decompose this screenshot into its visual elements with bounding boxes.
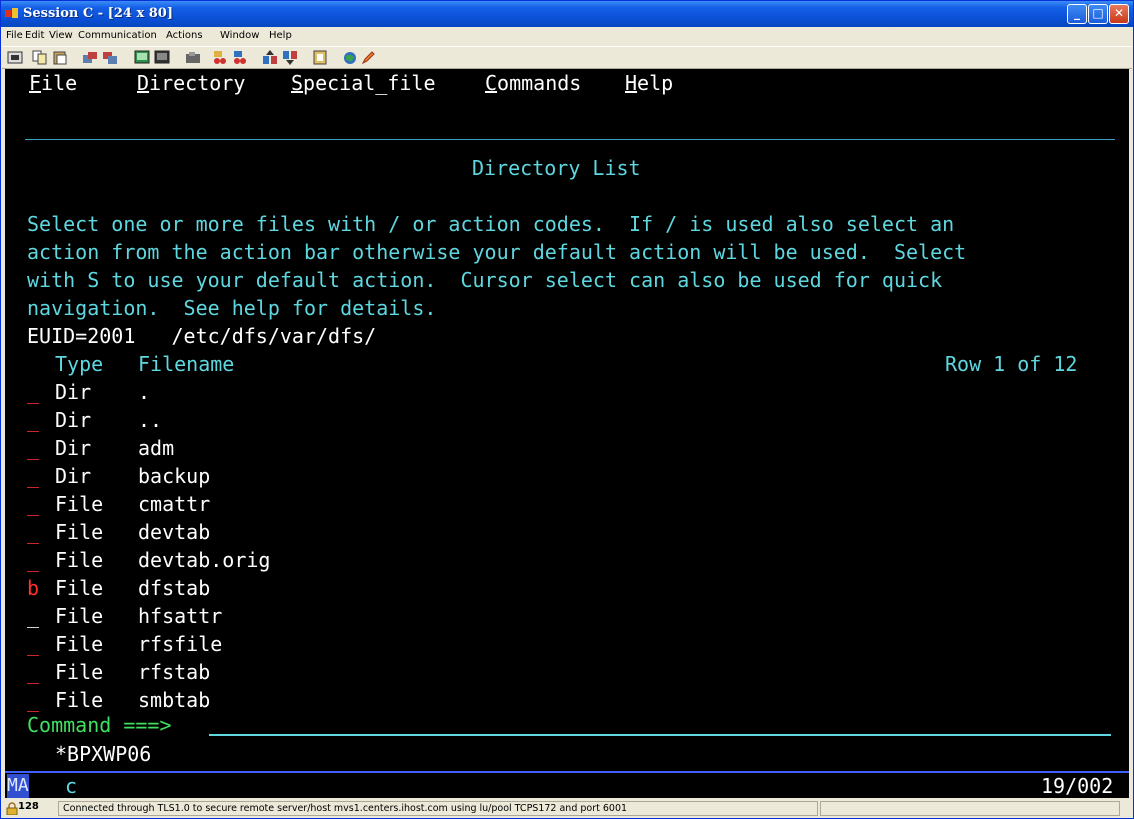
maximize-icon[interactable]: □ [1088, 4, 1108, 24]
status-message-panel: Connected through TLS1.0 to secure remot… [58, 801, 818, 816]
selection-field[interactable]: _ [27, 408, 39, 432]
panel-title: Directory List [472, 156, 641, 180]
clipboard-icon[interactable] [312, 50, 328, 65]
file-name[interactable]: . [138, 380, 150, 404]
menu-help[interactable]: Help [269, 30, 292, 41]
terminal-screen[interactable]: File Directory Special_file Commands Hel… [5, 69, 1129, 798]
cursor-position: 19/002 [1041, 774, 1114, 798]
filename-header: Filename [138, 352, 235, 376]
print-screen-icon[interactable] [7, 50, 23, 65]
file-type: File [55, 548, 104, 572]
keypad-icon[interactable] [154, 50, 170, 65]
menu-edit[interactable]: Edit [25, 30, 44, 41]
status-code: 128 [18, 801, 39, 812]
file-name[interactable]: hfsattr [138, 604, 222, 628]
menu-actions[interactable]: Actions [166, 30, 203, 41]
copy-icon[interactable] [32, 50, 48, 65]
receive-icon[interactable] [102, 50, 118, 65]
message-id: *BPXWP06 [55, 742, 152, 766]
selection-field[interactable]: b [27, 576, 39, 600]
selection-field[interactable]: _ [27, 660, 39, 684]
menu-communication[interactable]: Communication [78, 30, 157, 41]
file-type: File [55, 604, 104, 628]
menu-bar: File Edit View Communication Actions Win… [2, 28, 1132, 45]
command-input-underline[interactable] [209, 734, 1111, 736]
file-type: File [55, 632, 104, 656]
file-name[interactable]: backup [138, 464, 210, 488]
euid-path: EUID=2001 /etc/dfs/var/dfs/ [27, 324, 377, 348]
selection-field[interactable]: _ [27, 464, 39, 488]
selection-field[interactable]: _ [27, 492, 39, 516]
action-commands[interactable]: Commands [485, 71, 581, 95]
transfer-down-icon[interactable] [282, 50, 298, 65]
file-type: Dir [55, 408, 92, 432]
menu-window[interactable]: Window [220, 30, 259, 41]
menu-file[interactable]: File [6, 30, 23, 41]
action-special-file[interactable]: Special_file [291, 71, 436, 95]
action-file[interactable]: File [29, 71, 77, 95]
selection-field[interactable]: _ [27, 604, 39, 628]
macro-icon[interactable] [185, 50, 201, 65]
instruction-line: Select one or more files with / or actio… [27, 212, 955, 236]
file-type: File [55, 688, 104, 712]
action-directory[interactable]: Directory [137, 71, 245, 95]
file-name[interactable]: devtab.orig [138, 548, 270, 572]
file-type: File [55, 576, 104, 600]
title-bar[interactable]: Session C - [24 x 80] _ □ ✕ [1, 1, 1133, 27]
paste-icon[interactable] [52, 50, 68, 65]
action-help[interactable]: Help [625, 71, 673, 95]
file-name[interactable]: smbtab [138, 688, 210, 712]
display-icon[interactable] [134, 50, 150, 65]
selection-field[interactable]: _ [27, 632, 39, 656]
app-icon [5, 8, 18, 18]
file-type: File [55, 660, 104, 684]
action-bar: File Directory Special_file Commands Hel… [5, 69, 1129, 97]
window-title: Session C - [24 x 80] [23, 6, 173, 21]
action-bar-divider [25, 139, 1115, 140]
emulator-window: Session C - [24 x 80] _ □ ✕ File Edit Vi… [0, 0, 1134, 819]
menu-view[interactable]: View [49, 30, 73, 41]
globe-icon[interactable] [342, 50, 358, 65]
selection-field[interactable]: _ [27, 520, 39, 544]
file-type: File [55, 520, 104, 544]
status-bar: 128 Connected through TLS1.0 to secure r… [2, 800, 1132, 818]
file-type: Dir [55, 380, 92, 404]
toolbar [2, 46, 1132, 69]
record-icon[interactable] [212, 50, 228, 65]
row-indicator: Row 1 of 12 [945, 352, 1078, 376]
file-name[interactable]: devtab [138, 520, 210, 544]
instruction-line: action from the action bar otherwise you… [27, 240, 967, 264]
file-name[interactable]: dfstab [138, 576, 210, 600]
oia-session: c [65, 774, 78, 798]
file-name[interactable]: cmattr [138, 492, 210, 516]
minimize-icon[interactable]: _ [1067, 4, 1087, 24]
file-type: Dir [55, 464, 92, 488]
selection-field[interactable]: _ [27, 548, 39, 572]
file-type: File [55, 492, 104, 516]
file-type: Dir [55, 436, 92, 460]
status-message: Connected through TLS1.0 to secure remot… [63, 803, 628, 814]
operator-info-area: MA c 19/002 [5, 771, 1129, 798]
file-name[interactable]: rfsfile [138, 632, 222, 656]
type-header: Type [55, 352, 104, 376]
file-name[interactable]: rfstab [138, 660, 210, 684]
file-name[interactable]: adm [138, 436, 174, 460]
selection-field[interactable]: _ [27, 688, 39, 712]
command-label: Command ===> [27, 713, 172, 737]
selection-field[interactable]: _ [27, 436, 39, 460]
file-name[interactable]: .. [138, 408, 162, 432]
status-panel-empty [820, 801, 1120, 816]
oia-ma-indicator: MA [7, 774, 29, 798]
selection-field[interactable]: _ [27, 380, 39, 404]
play-icon[interactable] [232, 50, 248, 65]
transfer-up-icon[interactable] [262, 50, 278, 65]
pencil-icon[interactable] [360, 50, 376, 65]
instruction-line: with S to use your default action. Curso… [27, 268, 943, 292]
send-icon[interactable] [82, 50, 98, 65]
instruction-line: navigation. See help for details. [27, 296, 437, 320]
lock-icon [6, 802, 18, 815]
close-icon[interactable]: ✕ [1109, 4, 1129, 24]
